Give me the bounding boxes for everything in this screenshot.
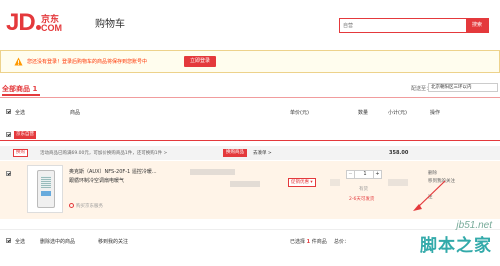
stock-status: 有货 <box>359 187 368 192</box>
tab-divider <box>0 97 500 98</box>
product-name-line2: 跟循环制冷空调扇电暖气 <box>69 178 125 184</box>
logo-dot <box>35 25 41 30</box>
quantity-plus-button[interactable]: + <box>373 171 381 178</box>
blurred-region <box>230 181 260 187</box>
promo-row: 换购 活动商品已购满69.00元，可加价换购商品1件，还可换购1件 > 换购商品… <box>0 146 500 160</box>
logo-com-text: COM <box>41 23 62 33</box>
site-watermark: jb51.net 脚本之家 <box>420 220 492 256</box>
notice-text: 您还没有登录！登录后购物车的商品将保存到您账号中 <box>27 59 148 65</box>
promo-sum: 358.00 <box>389 150 409 156</box>
annotation-arrow-icon <box>413 180 446 211</box>
blurred-region <box>330 179 340 186</box>
promo-dropdown[interactable]: 促销优惠 ▾ <box>288 178 316 187</box>
column-quantity: 数量 <box>358 110 369 116</box>
blurred-region <box>190 169 235 175</box>
cart-table-header: 全选 商品 单价(元) 数量 小计(元) 操作 <box>0 100 500 122</box>
column-unit-price: 单价(元) <box>290 110 309 116</box>
bottom-select-all-checkbox[interactable] <box>6 238 11 243</box>
promo-add-more-link[interactable]: 去凑单 > <box>253 150 272 156</box>
delivery-note: 2-6天可发货 <box>349 197 375 202</box>
shop-divider <box>0 140 500 141</box>
bottom-move-to-favorites-button[interactable]: 移到我的关注 <box>98 238 128 245</box>
shop-row: 京东自营 <box>0 131 500 139</box>
warning-icon <box>14 57 23 66</box>
selected-prefix: 已选择 <box>290 239 306 245</box>
delete-button[interactable]: 删除 <box>428 170 437 176</box>
watermark-name: 脚本之家 <box>420 236 492 256</box>
login-notice: 您还没有登录！登录后购物车的商品将保存到您账号中 立即登录 <box>0 50 500 73</box>
search-input[interactable] <box>340 19 467 32</box>
search-box: 搜索 <box>339 18 489 33</box>
select-all-label: 全选 <box>15 110 26 116</box>
column-product: 商品 <box>70 110 81 116</box>
promo-text: 活动商品已购满69.00元，可加价换购商品1件，还可换购1件 > <box>40 151 168 156</box>
tab-all-label: 全部商品 <box>2 85 30 93</box>
promo-exchange-button[interactable]: 换购商品 <box>223 149 247 157</box>
service-label: 购买京东服务 <box>76 204 103 209</box>
selected-suffix: 件商品 <box>311 239 327 245</box>
shop-badge: 京东自营 <box>14 131 36 139</box>
promo-tag: 换购 <box>13 149 28 157</box>
blurred-region <box>388 179 408 186</box>
watermark-url: jb51.net <box>456 220 492 231</box>
air-cooler-image <box>37 170 55 208</box>
tab-all-count: 1 <box>32 85 38 93</box>
product-thumbnail[interactable] <box>27 165 63 213</box>
tab-active-underline <box>2 94 40 96</box>
jd-logo[interactable]: JD 京东 COM <box>6 9 62 36</box>
total-label: 总价： <box>334 239 350 245</box>
login-button[interactable]: 立即登录 <box>184 56 216 67</box>
tab-all-products[interactable]: 全部商品 1 <box>2 84 37 94</box>
quantity-stepper: − 1 + <box>346 170 382 179</box>
quantity-value[interactable]: 1 <box>356 171 374 178</box>
delete-selected-button[interactable]: 删除选中的商品 <box>40 238 75 245</box>
column-action: 操作 <box>430 110 441 116</box>
selected-count-text: 已选择 1 件商品 <box>290 238 327 245</box>
item-checkbox[interactable] <box>6 171 11 176</box>
shop-checkbox[interactable] <box>6 132 11 137</box>
logo-jd-text: JD <box>6 9 36 36</box>
quantity-minus-button[interactable]: − <box>347 171 355 178</box>
page-title: 购物车 <box>95 19 125 30</box>
ship-to-select[interactable]: 北京朝阳区三环以内 <box>428 83 498 92</box>
service-icon <box>69 203 74 208</box>
bottom-select-all-label: 全选 <box>15 239 26 245</box>
column-subtotal: 小计(元) <box>388 110 407 116</box>
selected-count: 1 <box>306 239 311 245</box>
select-all-checkbox[interactable] <box>6 109 11 114</box>
product-service[interactable]: 购买京东服务 <box>69 203 103 209</box>
search-button[interactable]: 搜索 <box>466 19 488 32</box>
